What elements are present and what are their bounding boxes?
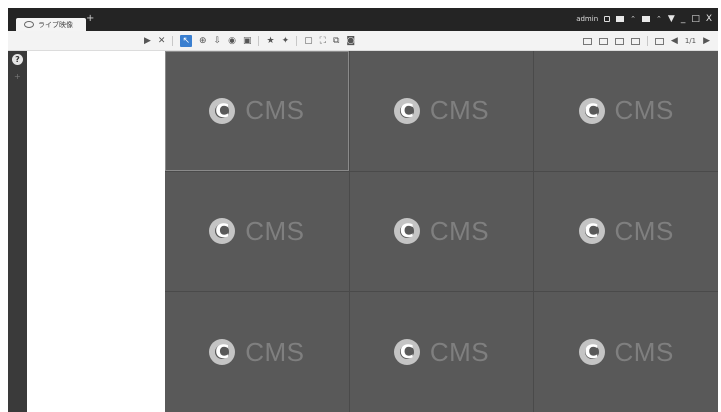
- grid-16-icon[interactable]: [630, 37, 640, 45]
- video-cell[interactable]: CMS: [165, 51, 349, 171]
- page-indicator: 1/1: [684, 37, 697, 45]
- left-strip: ? +: [8, 51, 27, 412]
- play-icon[interactable]: ▶: [144, 35, 151, 47]
- previous-page-icon[interactable]: ◀: [671, 35, 678, 47]
- camera-icon[interactable]: ◙: [346, 35, 355, 47]
- video-grid: CMS CMS CMS CMS CMS CMS CMS CMS: [165, 51, 718, 412]
- title-bar: ライブ映像 + admin ⌃ ⌃ ▼ _ □ X: [8, 8, 718, 31]
- next-page-icon[interactable]: ▶: [703, 35, 710, 47]
- cms-label: CMS: [614, 336, 674, 367]
- fullscreen-icon[interactable]: ⛶: [320, 35, 326, 47]
- window-icon[interactable]: ⧉: [333, 35, 339, 47]
- eye-icon: [24, 21, 34, 28]
- video-cell[interactable]: CMS: [165, 171, 349, 292]
- video-cell[interactable]: CMS: [165, 292, 349, 412]
- copyright-logo-icon: [578, 339, 605, 366]
- copyright-logo-icon: [578, 97, 605, 124]
- add-tab-button[interactable]: +: [86, 13, 94, 25]
- video-cell[interactable]: CMS: [349, 292, 534, 412]
- grid-1-icon[interactable]: [582, 37, 592, 45]
- device-panel[interactable]: [27, 51, 165, 412]
- grid-9-icon[interactable]: [614, 37, 624, 45]
- chevron-icon[interactable]: ⌃: [656, 15, 662, 23]
- video-cell[interactable]: CMS: [349, 51, 534, 171]
- video-cell[interactable]: CMS: [349, 171, 534, 292]
- cms-label: CMS: [429, 215, 490, 246]
- copyright-logo-icon: [393, 339, 420, 366]
- add-icon[interactable]: +: [14, 73, 21, 81]
- toolbar: ▶ ✕ ↖ ⊕ ⇩ ◉ ▣ ★ ✦ ▢ ⛶ ⧉ ◙ ◀ 1/1 ▶: [8, 31, 718, 51]
- copyright-logo-icon: [578, 218, 605, 245]
- video-cell[interactable]: CMS: [534, 171, 718, 292]
- cms-label: CMS: [245, 95, 305, 126]
- layout-dropdown-icon[interactable]: [654, 37, 664, 45]
- separator: [172, 36, 174, 46]
- separator: [258, 36, 260, 46]
- download-icon[interactable]: ⇩: [214, 35, 222, 47]
- cms-label: CMS: [614, 95, 674, 126]
- toolbar-left: ▶ ✕ ↖ ⊕ ⇩ ◉ ▣ ★ ✦ ▢ ⛶ ⧉ ◙: [144, 33, 355, 49]
- pin-button[interactable]: ▼: [668, 14, 675, 24]
- video-cell[interactable]: CMS: [534, 51, 718, 171]
- layout-icon[interactable]: ▢: [304, 35, 313, 47]
- help-icon[interactable]: ?: [12, 54, 23, 65]
- separator: [296, 36, 298, 46]
- copyright-logo-icon: [209, 339, 236, 366]
- lock-icon[interactable]: [604, 16, 611, 22]
- image-icon[interactable]: ▣: [243, 35, 252, 47]
- zoom-icon[interactable]: ⊕: [199, 35, 207, 47]
- toolbar-right: ◀ 1/1 ▶: [582, 33, 710, 49]
- video-cell[interactable]: CMS: [534, 292, 718, 412]
- display-icon[interactable]: [642, 16, 651, 22]
- restore-button[interactable]: □: [691, 14, 700, 24]
- favorite-icon[interactable]: ✦: [282, 35, 290, 47]
- cms-label: CMS: [429, 336, 490, 367]
- cms-window: ライブ映像 + admin ⌃ ⌃ ▼ _ □ X ▶ ✕ ↖ ⊕ ⇩ ◉ ▣ …: [8, 8, 718, 412]
- grid-4-icon[interactable]: [598, 37, 608, 45]
- stop-icon[interactable]: ✕: [158, 35, 166, 47]
- minimize-button[interactable]: _: [681, 14, 686, 24]
- star-icon[interactable]: ★: [266, 35, 274, 47]
- copyright-logo-icon: [209, 218, 236, 245]
- titlebar-right: admin ⌃ ⌃ ▼ _ □ X: [576, 12, 712, 26]
- tab-label: ライブ映像: [38, 20, 73, 29]
- chevron-down-icon[interactable]: ⌃: [630, 15, 636, 23]
- monitor-icon[interactable]: [616, 16, 625, 22]
- eye-icon[interactable]: ◉: [228, 35, 236, 47]
- cms-label: CMS: [245, 215, 305, 246]
- cms-label: CMS: [429, 95, 490, 126]
- close-button[interactable]: X: [706, 14, 712, 24]
- cms-label: CMS: [614, 215, 674, 246]
- copyright-logo-icon: [393, 97, 420, 124]
- user-name[interactable]: admin: [576, 15, 598, 23]
- copyright-logo-icon: [209, 97, 236, 124]
- pointer-icon[interactable]: ↖: [180, 35, 193, 47]
- copyright-logo-icon: [393, 218, 420, 245]
- separator: [646, 36, 648, 46]
- tab-live-view[interactable]: ライブ映像: [16, 18, 86, 31]
- cms-label: CMS: [245, 336, 305, 367]
